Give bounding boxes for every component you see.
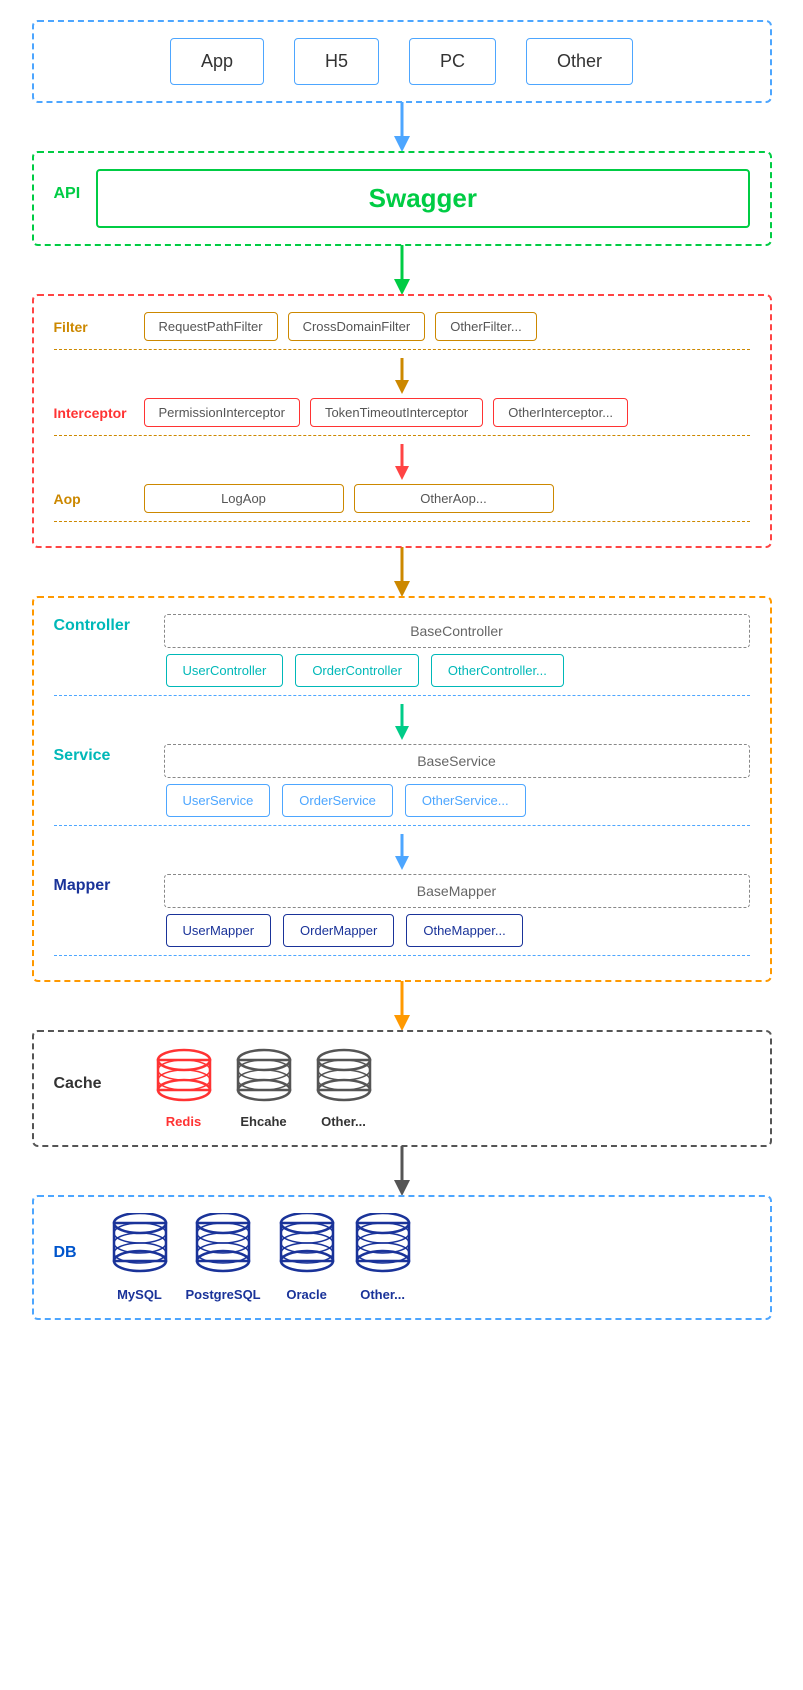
filter-chip-0: RequestPathFilter (144, 312, 278, 341)
cache-row: Cache Redis (54, 1048, 750, 1129)
db-other-label: Other... (360, 1287, 405, 1302)
base-mapper-box: BaseMapper (164, 874, 750, 908)
mapper-label: Mapper (54, 877, 154, 895)
cache-label: Cache (54, 1075, 134, 1093)
mapper-header: Mapper BaseMapper (54, 874, 750, 908)
cache-section: Cache Redis (32, 1030, 772, 1147)
inner-arrow-2 (54, 444, 750, 480)
db-label: DB (54, 1244, 94, 1262)
cache-ehcache: Ehcahe (234, 1048, 294, 1129)
divider-ctrl (54, 695, 750, 696)
interceptor-chip-0: PermissionInterceptor (144, 398, 300, 427)
db-oracle: Oracle (277, 1213, 337, 1302)
aop-chip-0: LogAop (144, 484, 344, 513)
filter-chip-1: CrossDomainFilter (288, 312, 426, 341)
arrow-1 (392, 103, 412, 151)
client-pc: PC (409, 38, 496, 85)
controller-header: Controller BaseController (54, 614, 750, 648)
cache-other: Other... (314, 1048, 374, 1129)
db-row: DB MySQL (54, 1213, 750, 1302)
controller-label: Controller (54, 617, 154, 635)
aop-row: Aop LogAop OtherAop... (54, 484, 750, 513)
service-items-row: UserService OrderService OtherService... (54, 784, 750, 817)
interceptor-chip-1: TokenTimeoutInterceptor (310, 398, 483, 427)
arrow-4 (392, 982, 412, 1030)
db-mysql: MySQL (110, 1213, 170, 1302)
db-section: DB MySQL (32, 1195, 772, 1320)
divider-svc (54, 825, 750, 826)
api-label: API (54, 185, 81, 203)
arrow-3 (392, 548, 412, 596)
cache-other-label: Other... (321, 1114, 366, 1129)
base-controller-box: BaseController (164, 614, 750, 648)
client-section: App H5 PC Other (32, 20, 772, 103)
aop-label: Aop (54, 491, 134, 507)
other-mapper: OtheMapper... (406, 914, 522, 947)
interceptor-chip-2: OtherInterceptor... (493, 398, 628, 427)
inner-arrow-svc (54, 834, 750, 870)
inner-arrow-1 (54, 358, 750, 394)
divider-2 (54, 435, 750, 436)
service-label: Service (54, 747, 154, 765)
client-row: App H5 PC Other (54, 38, 750, 85)
client-app: App (170, 38, 264, 85)
interceptor-label: Interceptor (54, 405, 134, 421)
order-controller: OrderController (295, 654, 419, 687)
db-postgresql: PostgreSQL (186, 1213, 261, 1302)
aop-chip-1: OtherAop... (354, 484, 554, 513)
cache-ehcache-label: Ehcahe (240, 1114, 286, 1129)
controller-items-row: UserController OrderController OtherCont… (54, 654, 750, 687)
db-mysql-label: MySQL (117, 1287, 162, 1302)
filter-chip-2: OtherFilter... (435, 312, 537, 341)
filter-section: Filter RequestPathFilter CrossDomainFilt… (32, 294, 772, 548)
api-section: API Swagger (32, 151, 772, 246)
inner-arrow-ctrl (54, 704, 750, 740)
other-controller: OtherController... (431, 654, 564, 687)
interceptor-row: Interceptor PermissionInterceptor TokenT… (54, 398, 750, 427)
architecture-diagram: App H5 PC Other API Swagger Filter Reque… (32, 20, 772, 1320)
db-oracle-label: Oracle (286, 1287, 326, 1302)
filter-row: Filter RequestPathFilter CrossDomainFilt… (54, 312, 750, 341)
user-controller: UserController (166, 654, 284, 687)
divider-1 (54, 349, 750, 350)
arrow-5 (392, 1147, 412, 1195)
swagger-box: Swagger (96, 169, 749, 228)
db-other: Other... (353, 1213, 413, 1302)
divider-3 (54, 521, 750, 522)
user-mapper: UserMapper (166, 914, 272, 947)
user-service: UserService (166, 784, 271, 817)
service-header: Service BaseService (54, 744, 750, 778)
api-row: API Swagger (54, 169, 750, 228)
client-h5: H5 (294, 38, 379, 85)
other-service: OtherService... (405, 784, 526, 817)
arrow-2 (392, 246, 412, 294)
mapper-items-row: UserMapper OrderMapper OtheMapper... (54, 914, 750, 947)
client-other: Other (526, 38, 633, 85)
filter-label: Filter (54, 319, 134, 335)
cache-redis: Redis (154, 1048, 214, 1129)
db-pg-label: PostgreSQL (186, 1287, 261, 1302)
order-mapper: OrderMapper (283, 914, 394, 947)
cache-redis-label: Redis (166, 1114, 201, 1129)
csm-section: Controller BaseController UserController… (32, 596, 772, 982)
base-service-box: BaseService (164, 744, 750, 778)
divider-mapper (54, 955, 750, 956)
order-service: OrderService (282, 784, 393, 817)
